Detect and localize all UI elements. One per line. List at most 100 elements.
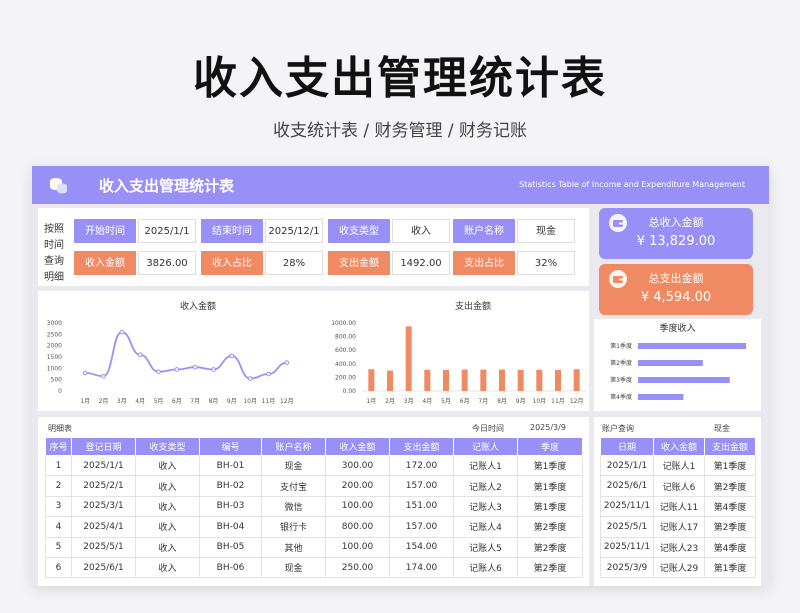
y-tick-label: 2500 [47, 331, 62, 338]
table-cell: 2025/1/1 [600, 454, 654, 477]
query-field-value[interactable]: 2025/1/1 [138, 219, 196, 243]
table-row[interactable]: 2025/3/9 记账人29 第1季度 [600, 556, 756, 579]
column-header[interactable]: 序号 [45, 437, 72, 456]
table-cell: 记账人1 [453, 454, 518, 477]
expense-bar [368, 369, 375, 391]
column-header[interactable]: 季度 [517, 437, 583, 456]
x-tick-label: 5月 [441, 398, 451, 405]
quarterly-panel: 季度收入 第1季度 第2季度 第3季度 第4季度 [594, 319, 761, 411]
expense-bar [461, 369, 468, 391]
income-point [137, 352, 143, 358]
x-tick-label: 6月 [172, 398, 182, 405]
query-field-value[interactable]: 1492.00 [392, 251, 450, 275]
table-cell: 记账人11 [653, 495, 705, 518]
income-point [174, 367, 180, 372]
x-tick-label: 8月 [209, 398, 219, 405]
x-tick-label: 11月 [262, 398, 276, 405]
query-field-value[interactable]: 32% [517, 251, 575, 275]
y-tick-label: 1500 [47, 354, 62, 361]
table-cell: BH-01 [199, 454, 262, 477]
column-header[interactable]: 支出金额 [704, 437, 756, 456]
table-row[interactable]: 2025/5/1 记账人17 第2季度 [600, 516, 756, 538]
table-cell: 154.00 [389, 536, 454, 558]
detail-label: 明细表 [48, 424, 72, 433]
table-cell: 现金 [261, 454, 326, 477]
table-cell: 收入 [135, 454, 200, 477]
total-expense-value: ¥ 4,594.00 [640, 290, 712, 305]
column-header[interactable]: 收入金额 [325, 437, 390, 456]
table-row[interactable]: 2025/11/1 记账人11 第4季度 [600, 495, 756, 518]
quarter-bar [638, 360, 703, 366]
expense-bar-chart: 1000.00 800.00 600.00 400.00 200.00 0.00 1月 2月 3… [331, 320, 586, 405]
column-header[interactable]: 账户名称 [261, 437, 326, 456]
table-row[interactable]: 6 2025/6/1 收入 BH-06 现金 250.00 174.00 记账人6 第2季度 [45, 556, 583, 579]
query-field-label: 收入占比 [201, 251, 263, 275]
column-header[interactable]: 收入金额 [653, 437, 705, 456]
income-point [101, 373, 106, 379]
query-field-label: 支出占比 [453, 251, 515, 275]
table-row[interactable]: 3 2025/3/1 收入 BH-03 微信 100.00 151.00 记账人3 第1季度 [45, 495, 583, 518]
column-header[interactable]: 登记日期 [71, 437, 136, 456]
table-cell: 2025/2/1 [71, 475, 136, 497]
total-income-label: 总收入金额 [648, 216, 704, 229]
table-row[interactable]: 2 2025/2/1 收入 BH-02 支付宝 200.00 157.00 记账人2 第1季度 [45, 475, 583, 497]
table-row[interactable]: 4 2025/4/1 收入 BH-04 银行卡 800.00 157.00 记账人4 第2季度 [45, 516, 583, 538]
dashboard-sheet: 收入支出管理统计表 Statistics Table of Income and… [32, 166, 769, 586]
table-cell: 收入 [135, 516, 200, 538]
table-cell: BH-05 [199, 536, 262, 558]
table-cell: BH-02 [199, 475, 262, 497]
total-income-value: ¥ 13,829.00 [636, 234, 716, 249]
table-row[interactable]: 5 2025/5/1 收入 BH-05 其他 100.00 154.00 记账人5 第2季度 [45, 536, 583, 558]
y-tick-label: 600.00 [335, 347, 356, 354]
account-panel: 账户查询 现金 日期 收入金额 支出金额 2025/1/1 记账人1 第1季度 2025/6… [594, 417, 761, 586]
income-point [229, 353, 235, 359]
quarterly-bar-chart: 第1季度第2季度第3季度第4季度 [610, 342, 746, 401]
query-field-value[interactable]: 28% [265, 251, 323, 275]
x-tick-label: 1月 [80, 398, 90, 405]
table-row[interactable]: 2025/6/1 记账人6 第2季度 [600, 475, 756, 497]
banner-title: 收入支出管理统计表 [99, 177, 235, 195]
column-header[interactable]: 编号 [199, 437, 262, 456]
x-tick-label: 5月 [154, 398, 164, 405]
table-row[interactable]: 2025/11/1 记账人23 第4季度 [600, 536, 756, 558]
today-date: 2025/3/9 [530, 423, 566, 432]
table-cell: 5 [45, 536, 72, 558]
query-field-value[interactable]: 收入 [392, 219, 450, 243]
x-tick-label: 10月 [243, 398, 257, 405]
account-value[interactable]: 现金 [714, 423, 730, 434]
column-header[interactable]: 支出金额 [389, 437, 454, 456]
column-header[interactable]: 收支类型 [135, 437, 200, 456]
query-field-value[interactable]: 3826.00 [138, 251, 196, 275]
table-cell: 记账人1 [653, 454, 705, 477]
query-field-value[interactable]: 现金 [517, 219, 575, 243]
table-cell: 174.00 [389, 556, 454, 579]
table-cell: 157.00 [389, 475, 454, 497]
y-tick-label: 800.00 [335, 334, 356, 341]
table-row[interactable]: 2025/1/1 记账人1 第1季度 [600, 454, 756, 477]
y-tick-label: 500 [51, 377, 63, 384]
table-cell: 2025/1/1 [71, 454, 136, 477]
table-cell: 100.00 [325, 536, 390, 558]
table-cell: 151.00 [389, 495, 454, 518]
coins-icon [50, 178, 67, 194]
table-cell: 第1季度 [704, 556, 756, 579]
query-field-value[interactable]: 2025/12/1 [265, 219, 323, 243]
income-point [192, 364, 198, 370]
account-label: 账户查询 [602, 424, 634, 433]
quarter-label: 第3季度 [610, 376, 632, 384]
column-header[interactable]: 记账人 [453, 437, 518, 456]
x-tick-label: 1月 [366, 398, 376, 405]
table-row[interactable]: 1 2025/1/1 收入 BH-01 现金 300.00 172.00 记账人1 第1季度 [45, 454, 583, 477]
y-tick-label: 1000 [47, 365, 62, 372]
quarter-label: 第4季度 [610, 393, 632, 401]
banner-english-title: Statistics Table of Income and Expenditu… [519, 180, 745, 189]
x-tick-label: 7月 [190, 398, 200, 405]
table-cell: 支付宝 [261, 475, 326, 497]
y-tick-label: 200.00 [335, 374, 356, 381]
account-table: 日期 收入金额 支出金额 2025/1/1 记账人1 第1季度 2025/6/1 记账人6 第2… [600, 437, 756, 579]
table-cell: 172.00 [389, 454, 454, 477]
column-header[interactable]: 日期 [600, 437, 654, 456]
x-tick-label: 2月 [385, 398, 395, 405]
x-tick-label: 11月 [551, 398, 565, 405]
detail-table: 序号 登记日期 收支类型 编号 账户名称 收入金额 支出金额 记账人 季度 1 2025/1/1 收入… [45, 437, 583, 579]
